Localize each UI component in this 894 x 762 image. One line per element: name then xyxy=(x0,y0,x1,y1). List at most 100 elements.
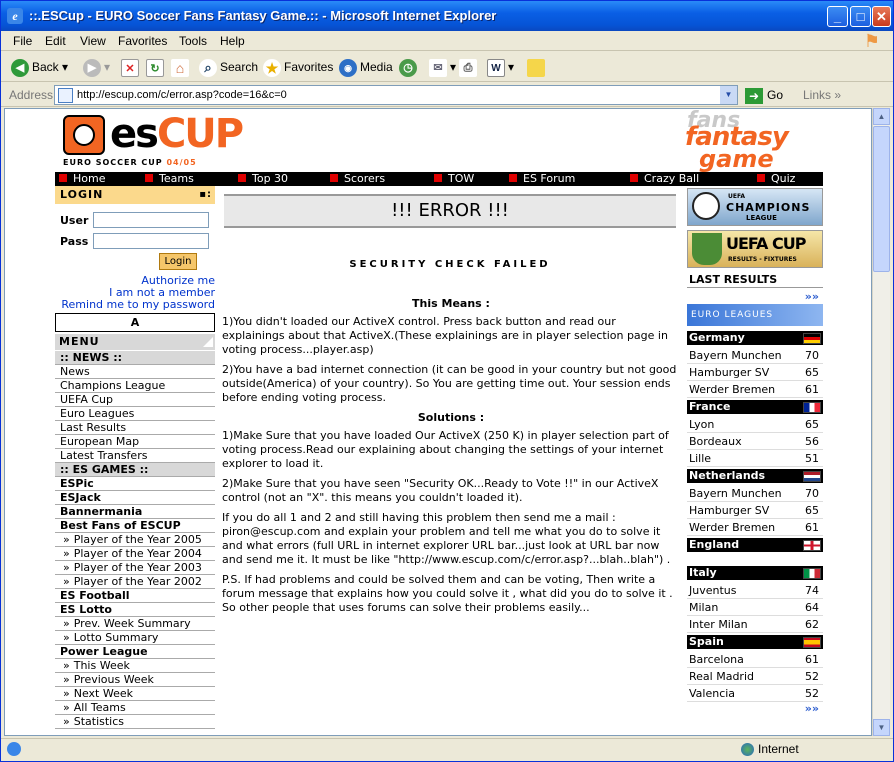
team-name[interactable]: Juventus xyxy=(689,584,736,597)
menu-item[interactable]: ES Lotto xyxy=(55,603,215,617)
scroll-down-icon[interactable]: ▼ xyxy=(873,719,890,736)
menu-item[interactable]: All Teams xyxy=(55,701,215,715)
nav-scorers[interactable]: Scorers xyxy=(330,172,385,186)
address-url[interactable]: http://escup.com/c/error.asp?code=16&c=0 xyxy=(77,89,287,101)
stop-button[interactable]: ✕ xyxy=(121,57,142,77)
menu-item[interactable]: Best Fans of ESCUP xyxy=(55,519,215,533)
menu-file[interactable]: File xyxy=(13,34,32,48)
menu-item[interactable]: Statistics xyxy=(55,715,215,729)
ie-icon: e xyxy=(7,8,23,24)
login-button[interactable]: Login xyxy=(159,253,197,270)
team-name[interactable]: Hamburger SV xyxy=(689,504,769,517)
team-name[interactable]: Bayern Munchen xyxy=(689,349,782,362)
refresh-button[interactable]: ↻ xyxy=(146,57,167,77)
menu-item[interactable]: News xyxy=(55,365,215,379)
team-name[interactable]: Werder Bremen xyxy=(689,383,775,396)
print-button[interactable]: ⎙ xyxy=(459,57,480,77)
champions-league-banner[interactable]: UEFA CHAMPIONS LEAGUE xyxy=(687,188,823,226)
team-name[interactable]: Inter Milan xyxy=(689,618,748,631)
league-header-spain[interactable]: Spain xyxy=(687,635,823,649)
minimize-button[interactable]: _ xyxy=(827,6,848,27)
search-icon: ⌕ xyxy=(199,58,217,77)
nav-es-forum[interactable]: ES Forum xyxy=(509,172,575,186)
back-button[interactable]: ◀ Back ▾ xyxy=(11,57,68,77)
menu-item[interactable]: Previous Week xyxy=(55,673,215,687)
nav-top30[interactable]: Top 30 xyxy=(238,172,288,186)
team-name[interactable]: Valencia xyxy=(689,687,735,700)
title-bar[interactable]: e ::.ESCup - EURO Soccer Fans Fantasy Ga… xyxy=(1,1,893,31)
league-header-france[interactable]: France xyxy=(687,400,823,414)
menu-item[interactable]: Last Results xyxy=(55,421,215,435)
euro-leagues-banner[interactable]: EURO LEAGUES xyxy=(687,304,823,326)
menu-item[interactable]: ES Football xyxy=(55,589,215,603)
league-header-england[interactable]: England xyxy=(687,538,823,552)
media-button[interactable]: ◉ Media xyxy=(339,57,393,77)
home-button[interactable]: ⌂ xyxy=(171,57,192,77)
menu-item[interactable]: This Week xyxy=(55,659,215,673)
menu-item[interactable]: Player of the Year 2004 xyxy=(55,547,215,561)
menu-item[interactable]: Latest Transfers xyxy=(55,449,215,463)
leagues-more[interactable]: »» xyxy=(805,702,819,715)
go-button[interactable]: ➜ Go xyxy=(745,86,783,104)
team-name[interactable]: Lille xyxy=(689,452,711,465)
user-input[interactable] xyxy=(93,212,209,228)
team-name[interactable]: Real Madrid xyxy=(689,670,754,683)
nav-home[interactable]: Home xyxy=(59,172,105,186)
menu-item[interactable]: Player of the Year 2005 xyxy=(55,533,215,547)
uefa-cup-banner[interactable]: UEFA CUP RESULTS - FIXTURES xyxy=(687,230,823,268)
maximize-button[interactable]: □ xyxy=(850,6,871,27)
league-header-netherlands[interactable]: Netherlands xyxy=(687,469,823,483)
nav-teams[interactable]: Teams xyxy=(145,172,194,186)
team-name[interactable]: Werder Bremen xyxy=(689,521,775,534)
forward-button[interactable]: ▶ ▾ xyxy=(83,57,110,77)
links-toolbar[interactable]: Links » xyxy=(803,88,841,102)
team-name[interactable]: Milan xyxy=(689,601,718,614)
menu-item[interactable]: European Map xyxy=(55,435,215,449)
nav-quiz[interactable]: Quiz xyxy=(757,172,795,186)
menu-item[interactable]: Next Week xyxy=(55,687,215,701)
nav-tow[interactable]: TOW xyxy=(434,172,474,186)
menu-item[interactable]: UEFA Cup xyxy=(55,393,215,407)
search-button[interactable]: ⌕ Search xyxy=(199,57,258,77)
team-name[interactable]: Hamburger SV xyxy=(689,366,769,379)
team-name[interactable]: Bayern Munchen xyxy=(689,487,782,500)
escup-logo[interactable]: esCUP EURO SOCCER CUP 04/05 xyxy=(60,111,244,171)
mail-button[interactable]: ✉ ▾ xyxy=(429,57,456,77)
address-dropdown-icon[interactable]: ▼ xyxy=(720,86,737,104)
menu-item[interactable]: Player of the Year 2003 xyxy=(55,561,215,575)
league-header-italy[interactable]: Italy xyxy=(687,566,823,580)
last-results-more[interactable]: »» xyxy=(805,290,819,303)
team-name[interactable]: Barcelona xyxy=(689,653,744,666)
menu-help[interactable]: Help xyxy=(220,34,245,48)
league-header-germany[interactable]: Germany xyxy=(687,331,823,345)
team-name[interactable]: Bordeaux xyxy=(689,435,742,448)
menu-favorites[interactable]: Favorites xyxy=(118,34,167,48)
edit-button[interactable]: W ▾ xyxy=(487,57,514,77)
password-input[interactable] xyxy=(93,233,209,249)
menu-item[interactable]: Player of the Year 2002 xyxy=(55,575,215,589)
address-input[interactable]: http://escup.com/c/error.asp?code=16&c=0… xyxy=(54,85,738,105)
menu-edit[interactable]: Edit xyxy=(45,34,66,48)
scroll-thumb[interactable] xyxy=(873,126,890,272)
messenger-button[interactable] xyxy=(527,57,548,77)
menu-tools[interactable]: Tools xyxy=(179,34,207,48)
history-button[interactable]: ◷ xyxy=(399,57,420,77)
close-button[interactable]: ✕ xyxy=(872,6,891,27)
scroll-up-icon[interactable]: ▲ xyxy=(873,108,890,125)
menu-item[interactable]: Champions League xyxy=(55,379,215,393)
menu-view[interactable]: View xyxy=(80,34,106,48)
menu-item[interactable]: ESJack xyxy=(55,491,215,505)
nav-crazy-ball[interactable]: Crazy Ball xyxy=(630,172,699,186)
menu-item[interactable]: Euro Leagues xyxy=(55,407,215,421)
team-name[interactable]: Lyon xyxy=(689,418,714,431)
remind-password-link[interactable]: Remind me to my password xyxy=(61,298,215,311)
menu-item[interactable]: Prev. Week Summary xyxy=(55,617,215,631)
soccer-ball-icon xyxy=(63,115,105,155)
vertical-scrollbar[interactable]: ▲ ▼ xyxy=(872,108,890,736)
a-box[interactable]: A xyxy=(55,313,215,332)
menu-item[interactable]: Bannermania xyxy=(55,505,215,519)
menu-item[interactable]: Power League xyxy=(55,645,215,659)
menu-item[interactable]: Lotto Summary xyxy=(55,631,215,645)
menu-item[interactable]: ESPic xyxy=(55,477,215,491)
favorites-button[interactable]: ★ Favorites xyxy=(263,57,333,77)
